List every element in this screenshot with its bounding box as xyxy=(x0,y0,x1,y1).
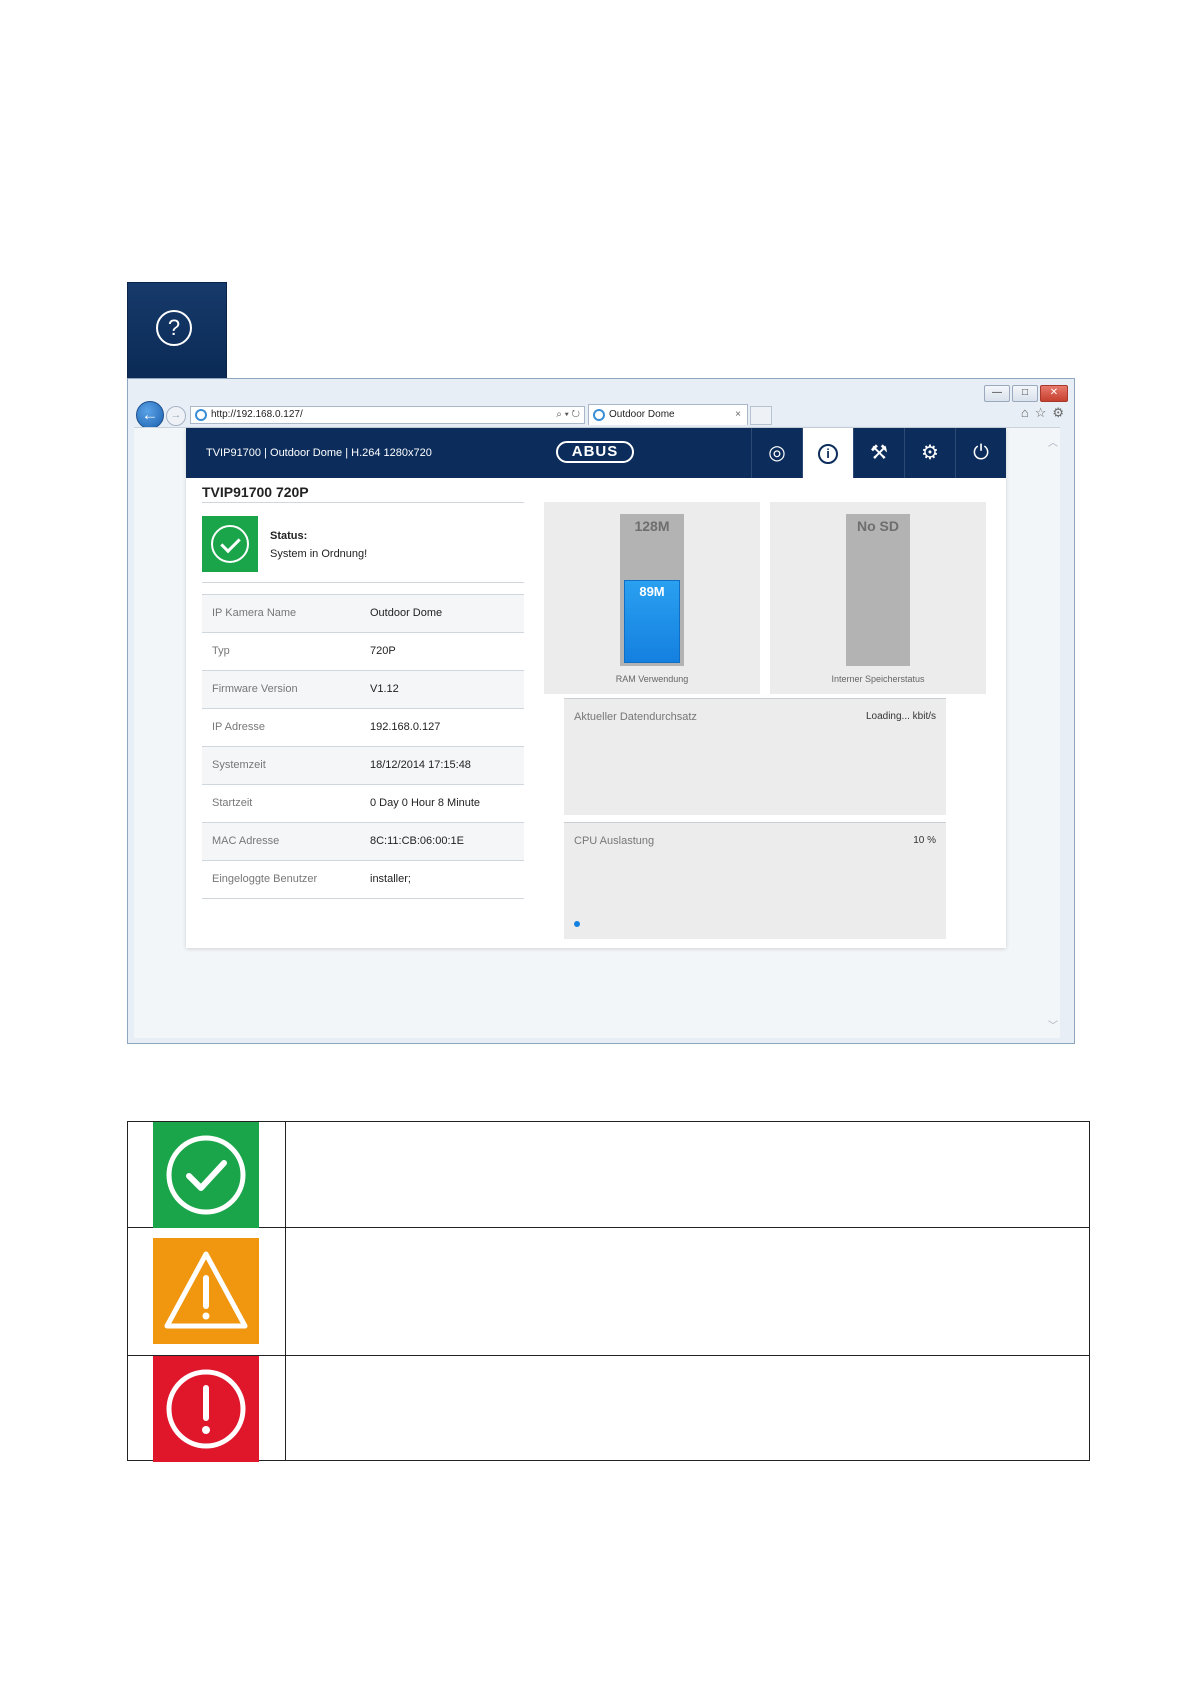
device-title: TVIP91700 720P xyxy=(202,484,309,500)
info-row: IP Kamera Name Outdoor Dome xyxy=(202,594,524,632)
sd-storage-panel: No SD Interner Speicherstatus xyxy=(770,502,986,694)
legend-row-ok xyxy=(128,1122,1089,1228)
info-key: IP Adresse xyxy=(212,721,265,733)
info-row: Startzeit 0 Day 0 Hour 8 Minute xyxy=(202,784,524,822)
status-legend-table xyxy=(127,1121,1090,1462)
sd-status-label: No SD xyxy=(857,518,899,534)
back-button[interactable]: ← xyxy=(136,401,164,429)
help-question-icon: ? xyxy=(156,310,192,346)
star-icon[interactable]: ☆ xyxy=(1035,405,1047,421)
status-label: Status: xyxy=(270,530,308,542)
camera-web-app: TVIP91700 | Outdoor Dome | H.264 1280x72… xyxy=(186,428,1006,948)
info-value: installer; xyxy=(370,873,411,885)
ram-usage-label: RAM Verwendung xyxy=(615,674,689,684)
info-key: MAC Adresse xyxy=(212,835,280,847)
main-nav: ◎ i ⚒ ⚙ ⏻ xyxy=(751,428,1006,478)
power-icon[interactable]: ⏻ xyxy=(955,428,1006,478)
live-view-icon[interactable]: ◎ xyxy=(751,428,802,478)
info-row: Eingeloggte Benutzer installer; xyxy=(202,860,524,899)
app-header: TVIP91700 | Outdoor Dome | H.264 1280x72… xyxy=(186,428,1006,478)
home-icon[interactable]: ⌂ xyxy=(1021,405,1029,421)
browser-window: — □ ✕ ← → http://192.168.0.127/ ⌕ ▾ ↻ Ou… xyxy=(127,378,1075,1044)
forward-button[interactable]: → xyxy=(166,406,186,426)
throughput-value: Loading... kbit/s xyxy=(865,711,936,722)
ram-total-label: 128M xyxy=(634,518,670,534)
check-icon xyxy=(211,525,249,563)
cpu-value: 10 % xyxy=(913,835,936,846)
status-text: System in Ordnung! xyxy=(270,548,368,560)
divider xyxy=(202,582,524,583)
legend-row-warning xyxy=(128,1228,1089,1356)
ie-icon xyxy=(195,409,207,421)
info-key: IP Kamera Name xyxy=(212,607,297,619)
scroll-down-icon[interactable]: ﹀ xyxy=(1048,1017,1058,1032)
divider xyxy=(202,502,524,503)
wizard-icon[interactable]: ⚒ xyxy=(853,428,904,478)
new-tab-button[interactable] xyxy=(750,406,772,425)
ram-used-label: 89M xyxy=(639,584,665,599)
abus-logo: ABUS xyxy=(556,441,634,463)
info-key: Eingeloggte Benutzer xyxy=(212,873,318,885)
throughput-label: Aktueller Datendurchsatz xyxy=(574,711,697,723)
browser-viewport: ︿ ﹀ TVIP91700 | Outdoor Dome | H.264 128… xyxy=(134,427,1060,1038)
status-ok-badge xyxy=(202,516,258,572)
close-window-button[interactable]: ✕ xyxy=(1040,385,1068,402)
warning-triangle-icon xyxy=(153,1238,259,1344)
ok-check-icon xyxy=(153,1122,259,1228)
address-bar[interactable]: http://192.168.0.127/ ⌕ ▾ ↻ xyxy=(190,406,585,424)
info-row: MAC Adresse 8C:11:CB:06:00:1E xyxy=(202,822,524,860)
cpu-label: CPU Auslastung xyxy=(574,835,655,847)
settings-icon[interactable]: ⚙ xyxy=(904,428,955,478)
device-info-table: IP Kamera Name Outdoor Dome Typ 720P Firmw… xyxy=(202,594,524,899)
minimize-button[interactable]: — xyxy=(984,385,1010,402)
sd-storage-label: Interner Speicherstatus xyxy=(831,674,925,684)
info-key: Typ xyxy=(212,645,230,657)
info-value: V1.12 xyxy=(370,683,399,695)
error-exclamation-icon xyxy=(153,1356,259,1462)
browser-tab[interactable]: Outdoor Dome × xyxy=(588,404,748,425)
ram-usage-panel: 128M 89M RAM Verwendung xyxy=(544,502,760,694)
info-value: 18/12/2014 17:15:48 xyxy=(370,759,471,771)
info-value: 192.168.0.127 xyxy=(370,721,441,733)
ram-used-fill: 89M xyxy=(624,580,680,663)
info-row: IP Adresse 192.168.0.127 xyxy=(202,708,524,746)
info-row: Firmware Version V1.12 xyxy=(202,670,524,708)
ie-icon xyxy=(593,409,605,421)
cpu-panel: CPU Auslastung 10 % xyxy=(564,822,946,939)
info-row: Systemzeit 18/12/2014 17:15:48 xyxy=(202,746,524,784)
info-value: 0 Day 0 Hour 8 Minute xyxy=(370,797,481,809)
search-refresh-icons[interactable]: ⌕ ▾ ↻ xyxy=(556,407,580,423)
maximize-button[interactable]: □ xyxy=(1012,385,1038,402)
info-value: Outdoor Dome xyxy=(370,607,443,619)
info-row: Typ 720P xyxy=(202,632,524,670)
url-text: http://192.168.0.127/ xyxy=(211,409,303,420)
tab-title: Outdoor Dome xyxy=(609,409,675,420)
ram-gauge: 128M 89M xyxy=(620,514,684,666)
gear-icon[interactable]: ⚙ xyxy=(1052,405,1064,421)
info-key: Startzeit xyxy=(212,797,253,809)
browser-toolbar-icons: ⌂ ☆ ⚙ xyxy=(1021,405,1064,421)
camera-header-title: TVIP91700 | Outdoor Dome | H.264 1280x72… xyxy=(206,447,432,459)
throughput-panel: Aktueller Datendurchsatz Loading... kbit… xyxy=(564,698,946,815)
info-icon[interactable]: i xyxy=(802,428,853,478)
help-icon-block: ? xyxy=(127,282,227,380)
sd-gauge: No SD xyxy=(846,514,910,666)
info-value: 720P xyxy=(370,645,396,657)
cpu-graph-point xyxy=(574,921,580,927)
info-key: Systemzeit xyxy=(212,759,266,771)
info-value: 8C:11:CB:06:00:1E xyxy=(370,835,464,847)
scroll-up-icon[interactable]: ︿ xyxy=(1048,434,1058,449)
window-controls: — □ ✕ xyxy=(984,385,1068,402)
info-key: Firmware Version xyxy=(212,683,298,695)
tab-close-icon[interactable]: × xyxy=(735,405,741,425)
legend-row-error xyxy=(128,1356,1089,1462)
